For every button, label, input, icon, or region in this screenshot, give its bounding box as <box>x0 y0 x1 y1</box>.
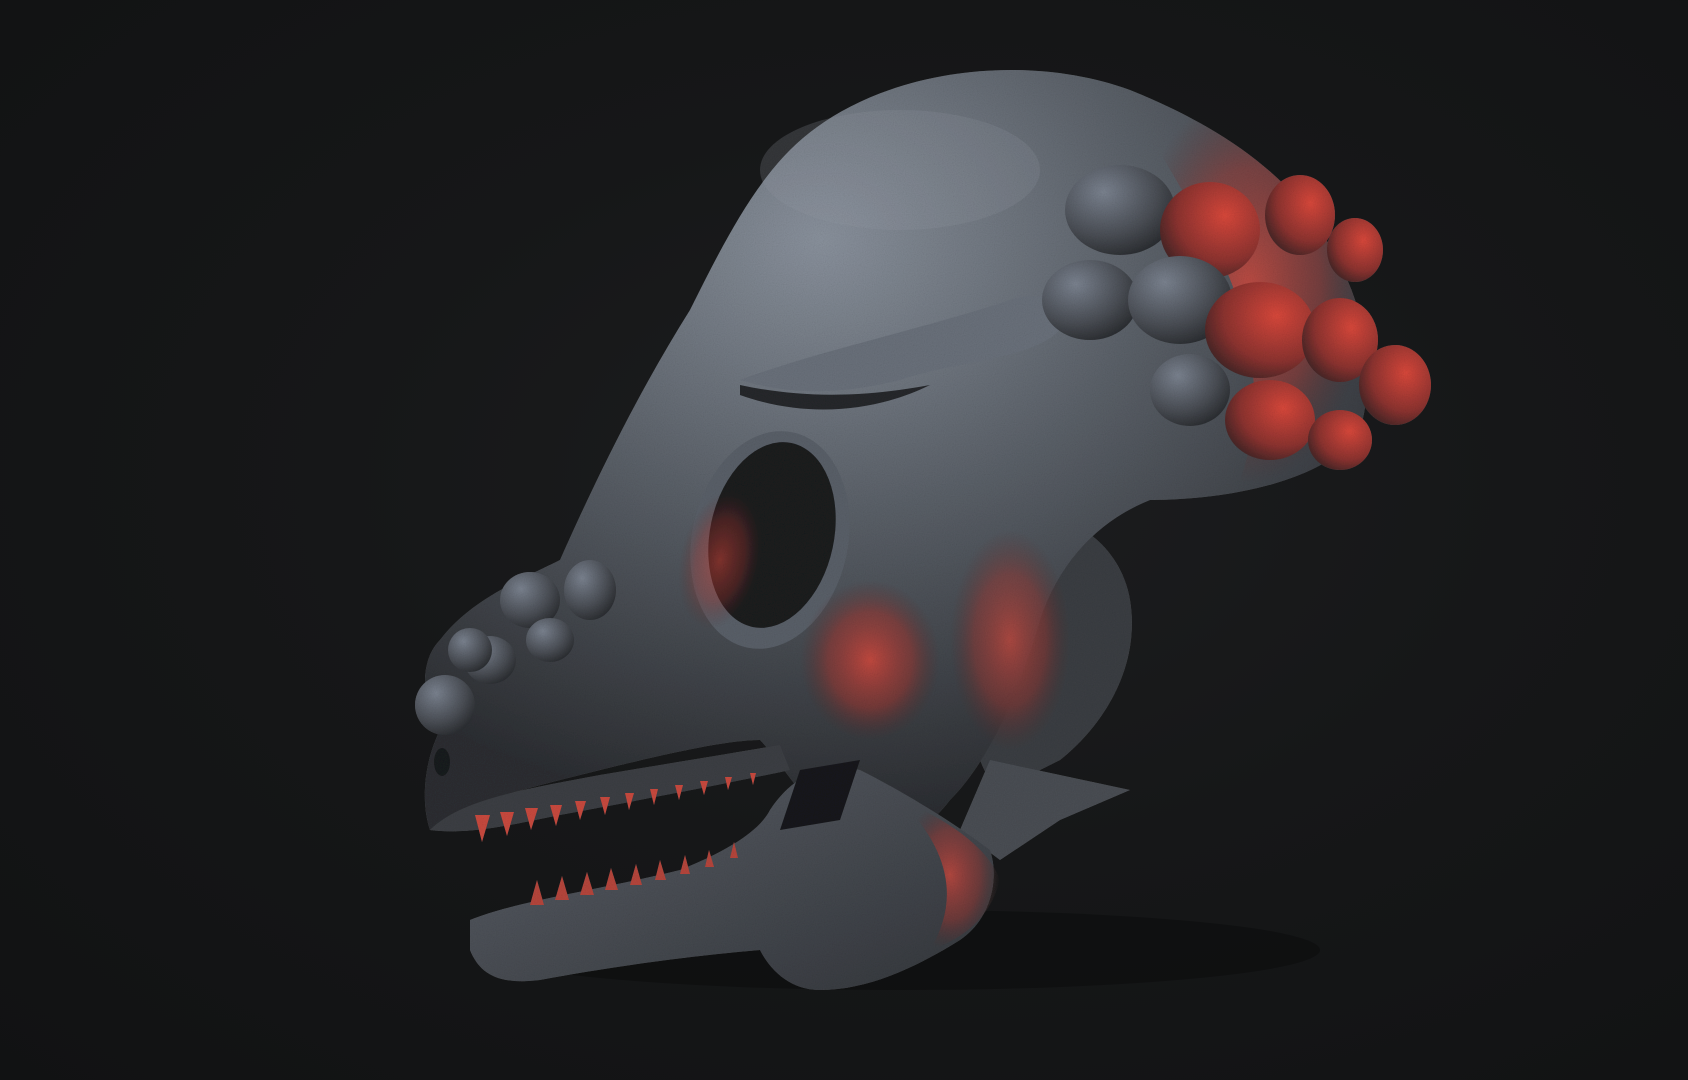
cheek-red-highlight <box>800 580 940 740</box>
dome-specular <box>760 110 1040 230</box>
jugal-red-highlight <box>950 530 1070 750</box>
quadrate-flange <box>960 760 1130 860</box>
skull <box>415 70 1431 990</box>
render-viewport <box>0 0 1688 1080</box>
nostril <box>434 748 450 776</box>
skull-render <box>415 70 1431 990</box>
